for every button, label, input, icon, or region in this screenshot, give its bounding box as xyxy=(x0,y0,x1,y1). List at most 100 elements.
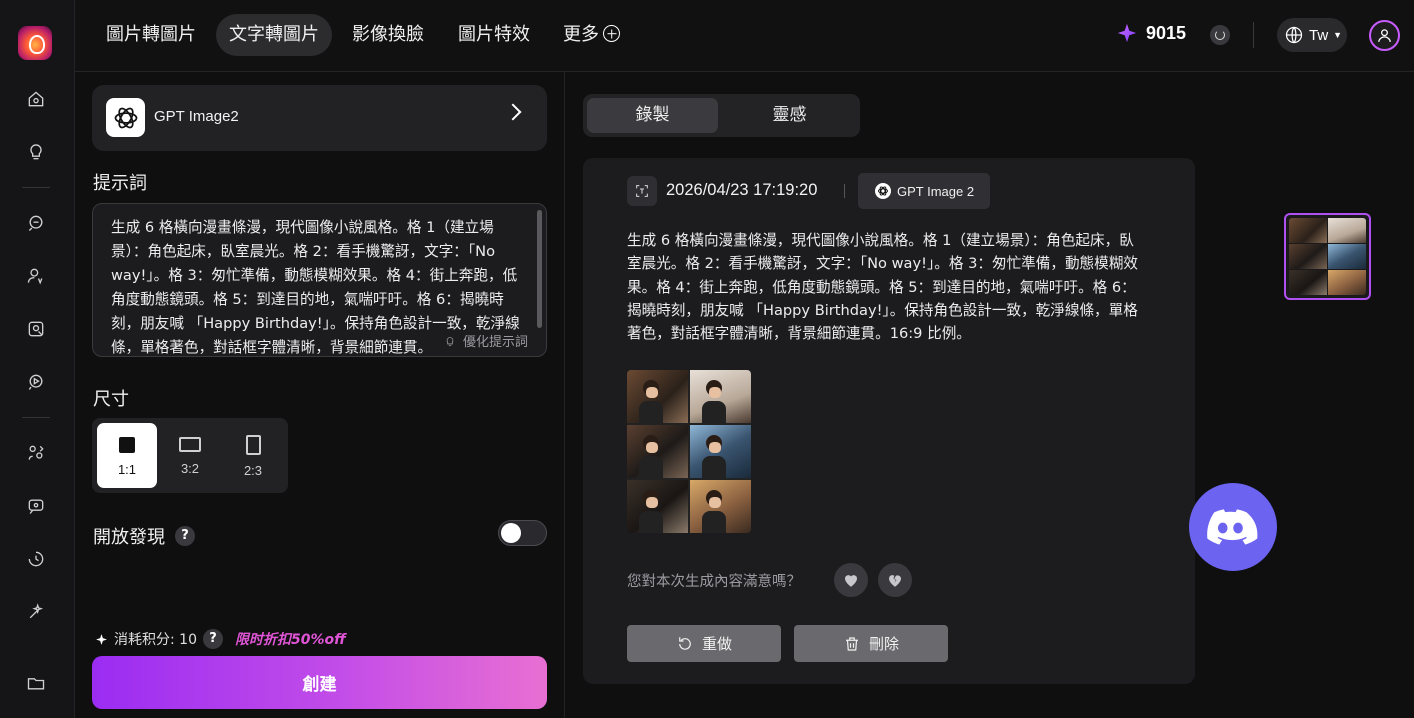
like-button[interactable] xyxy=(834,563,868,597)
tab-text-to-image[interactable]: 文字轉圖片 xyxy=(216,14,332,56)
ai-avatar-icon[interactable] xyxy=(24,264,48,288)
satisfaction-question: 您對本次生成內容滿意嗎？ xyxy=(627,574,801,590)
chevron-right-icon xyxy=(504,103,522,121)
discover-help-icon[interactable]: ? xyxy=(175,526,195,546)
comic-panel xyxy=(690,370,751,423)
delete-label: 刪除 xyxy=(868,635,899,653)
face-swap-icon[interactable] xyxy=(24,317,48,341)
tab-more[interactable]: 更多 xyxy=(550,14,633,56)
folder-icon[interactable] xyxy=(24,671,48,695)
language-label: Tw xyxy=(1309,26,1329,44)
top-nav: 圖片轉圖片 文字轉圖片 影像換臉 圖片特效 更多 9015 Tw ▼ xyxy=(75,0,1414,72)
cost-label: 消耗积分: 10 xyxy=(114,632,197,648)
results-panel: 錄製 靈感 2026/04/23 17:19:20 GPT Image 2 生成… xyxy=(566,72,1414,718)
record-prompt-text: 生成 6 格橫向漫畫條漫，現代圖像小說風格。格 1（建立場景）：角色起床，臥室晨… xyxy=(627,232,1138,343)
rail-divider xyxy=(22,187,50,188)
history-thumbnail[interactable] xyxy=(1284,213,1371,300)
side-rail xyxy=(0,0,75,718)
app-root: 圖片轉圖片 文字轉圖片 影像換臉 圖片特效 更多 9015 Tw ▼ GPT I… xyxy=(0,0,1414,718)
nav-divider xyxy=(1253,22,1254,48)
text-to-image-icon xyxy=(627,176,657,206)
video-effect-icon[interactable] xyxy=(24,370,48,394)
prompt-label: 提示詞 xyxy=(93,173,147,194)
landscape-ratio-icon xyxy=(179,437,201,452)
size-selector: 1:1 3:2 2:3 xyxy=(92,418,288,493)
discord-icon xyxy=(1207,509,1258,545)
refresh-credits-icon[interactable] xyxy=(1210,25,1230,45)
dislike-button[interactable] xyxy=(878,563,912,597)
comic-panel xyxy=(627,370,688,423)
comic-panel xyxy=(627,480,688,533)
discover-toggle[interactable] xyxy=(498,520,547,546)
openai-logo-icon xyxy=(875,183,891,199)
delete-button[interactable]: 刪除 xyxy=(794,625,948,662)
plus-circle-icon xyxy=(603,25,620,42)
tab-inspiration[interactable]: 靈感 xyxy=(724,98,855,133)
history-icon[interactable] xyxy=(24,547,48,571)
comic-panel xyxy=(690,425,751,478)
prompt-input[interactable]: 生成 6 格橫向漫畫條漫，現代圖像小說風格。格 1（建立場景）：角色起床，臥室晨… xyxy=(92,203,547,357)
create-button[interactable]: 創建 xyxy=(92,656,547,709)
chat-image-icon[interactable] xyxy=(24,494,48,518)
size-label: 尺寸 xyxy=(93,389,129,410)
size-option-label: 1:1 xyxy=(117,462,137,477)
comic-panel xyxy=(627,425,688,478)
generated-image[interactable] xyxy=(627,370,751,533)
app-logo[interactable] xyxy=(18,26,52,60)
size-option-1-1[interactable]: 1:1 xyxy=(97,423,157,488)
square-ratio-icon xyxy=(119,437,135,453)
tab-face-swap[interactable]: 影像換臉 xyxy=(339,14,437,56)
model-name: GPT Image2 xyxy=(154,108,239,125)
tab-more-label: 更多 xyxy=(563,24,599,45)
prompt-scrollbar[interactable] xyxy=(537,210,542,328)
image-to-image-icon[interactable] xyxy=(24,211,48,235)
credits-count: 9015 xyxy=(1146,22,1187,43)
size-option-label: 2:3 xyxy=(243,463,263,478)
broken-heart-icon xyxy=(889,575,901,587)
settings-panel: GPT Image2 提示詞 生成 6 格橫向漫畫條漫，現代圖像小說風格。格 1… xyxy=(75,72,565,718)
redo-button[interactable]: 重做 xyxy=(627,625,781,662)
view-switcher: 錄製 靈感 xyxy=(583,94,860,137)
record-timestamp: 2026/04/23 17:19:20 xyxy=(666,181,818,199)
rail-divider-2 xyxy=(22,417,50,418)
size-option-2-3[interactable]: 2:3 xyxy=(223,423,283,488)
size-option-3-2[interactable]: 3:2 xyxy=(160,423,220,488)
generation-record-card: 2026/04/23 17:19:20 GPT Image 2 生成 6 格橫向… xyxy=(583,158,1195,684)
portrait-ratio-icon xyxy=(245,435,261,455)
thumbnail-image xyxy=(1289,218,1366,295)
cost-help-icon[interactable]: ? xyxy=(202,629,223,649)
language-selector[interactable]: Tw ▼ xyxy=(1277,18,1347,52)
credits-display: 9015 xyxy=(1116,22,1186,44)
record-model-label: GPT Image 2 xyxy=(897,183,975,199)
trash-icon xyxy=(845,636,858,651)
sparkle-icon xyxy=(1117,23,1137,43)
openai-logo-icon xyxy=(106,98,145,137)
discover-row: 開放發現 ? xyxy=(93,523,195,549)
globe-icon xyxy=(1285,26,1303,44)
redo-label: 重做 xyxy=(701,635,732,653)
user-icon xyxy=(1378,29,1391,42)
optimize-prompt-label: 優化提示詞 xyxy=(462,334,528,349)
magic-tag-icon[interactable] xyxy=(24,600,48,624)
discord-button[interactable] xyxy=(1189,483,1277,571)
tab-record[interactable]: 錄製 xyxy=(587,98,718,133)
record-model-chip: GPT Image 2 xyxy=(858,173,990,209)
tab-image-effects[interactable]: 圖片特效 xyxy=(445,14,543,56)
sparkle-icon xyxy=(96,633,107,645)
promo-label: 限时折扣50%off xyxy=(234,632,346,648)
swap-users-icon[interactable] xyxy=(24,441,48,465)
optimize-prompt-button[interactable]: 優化提示詞 xyxy=(443,331,528,350)
size-option-label: 3:2 xyxy=(180,461,200,476)
user-avatar[interactable] xyxy=(1369,20,1400,51)
chevron-down-icon: ▼ xyxy=(1333,30,1343,40)
redo-icon xyxy=(679,636,691,650)
discover-label: 開放發現 xyxy=(93,527,165,548)
heart-icon xyxy=(845,575,857,587)
comic-panel xyxy=(690,480,751,533)
lightbulb-icon xyxy=(446,336,454,346)
lightbulb-icon[interactable] xyxy=(24,140,48,164)
cost-info: 消耗积分: 10 ? 限时折扣50%off xyxy=(95,629,346,649)
tab-image-to-image[interactable]: 圖片轉圖片 xyxy=(93,14,209,56)
home-icon[interactable] xyxy=(24,87,48,111)
model-selector[interactable]: GPT Image2 xyxy=(92,85,547,151)
